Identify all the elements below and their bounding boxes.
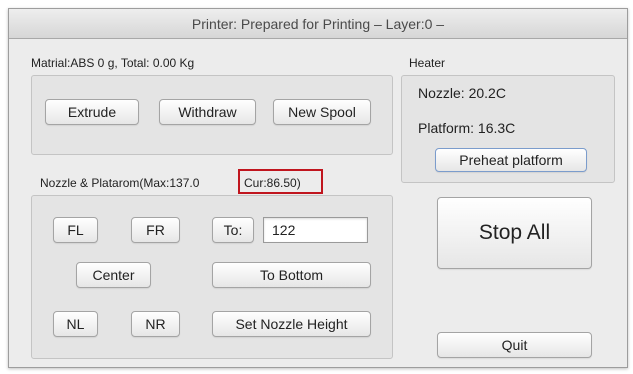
quit-button[interactable]: Quit [437,332,592,358]
material-label: Matrial:ABS 0 g, Total: 0.00 Kg [31,56,195,70]
heater-label: Heater [409,56,446,70]
fl-button[interactable]: FL [53,217,98,243]
center-button[interactable]: Center [76,262,151,288]
fr-button[interactable]: FR [131,217,180,243]
new-spool-button[interactable]: New Spool [273,99,371,125]
printer-window: Printer: Prepared for Printing – Layer:0… [8,8,628,368]
set-nozzle-height-button[interactable]: Set Nozzle Height [212,311,371,337]
nozzle-temp: Nozzle: 20.2C [418,85,506,101]
nr-button[interactable]: NR [131,311,180,337]
to-button[interactable]: To: [212,217,254,243]
preheat-platform-button[interactable]: Preheat platform [435,148,587,172]
to-height-input[interactable]: 122 [263,217,368,243]
nozzle-platform-label: Nozzle & Platarom(Max:137.0 [40,176,200,190]
current-position-highlight [238,169,323,194]
extrude-button[interactable]: Extrude [45,99,139,125]
stop-all-button[interactable]: Stop All [437,197,592,269]
nl-button[interactable]: NL [53,311,98,337]
withdraw-button[interactable]: Withdraw [159,99,256,125]
window-title: Printer: Prepared for Printing – Layer:0… [9,9,627,39]
to-bottom-button[interactable]: To Bottom [212,262,371,288]
platform-temp: Platform: 16.3C [418,120,516,136]
